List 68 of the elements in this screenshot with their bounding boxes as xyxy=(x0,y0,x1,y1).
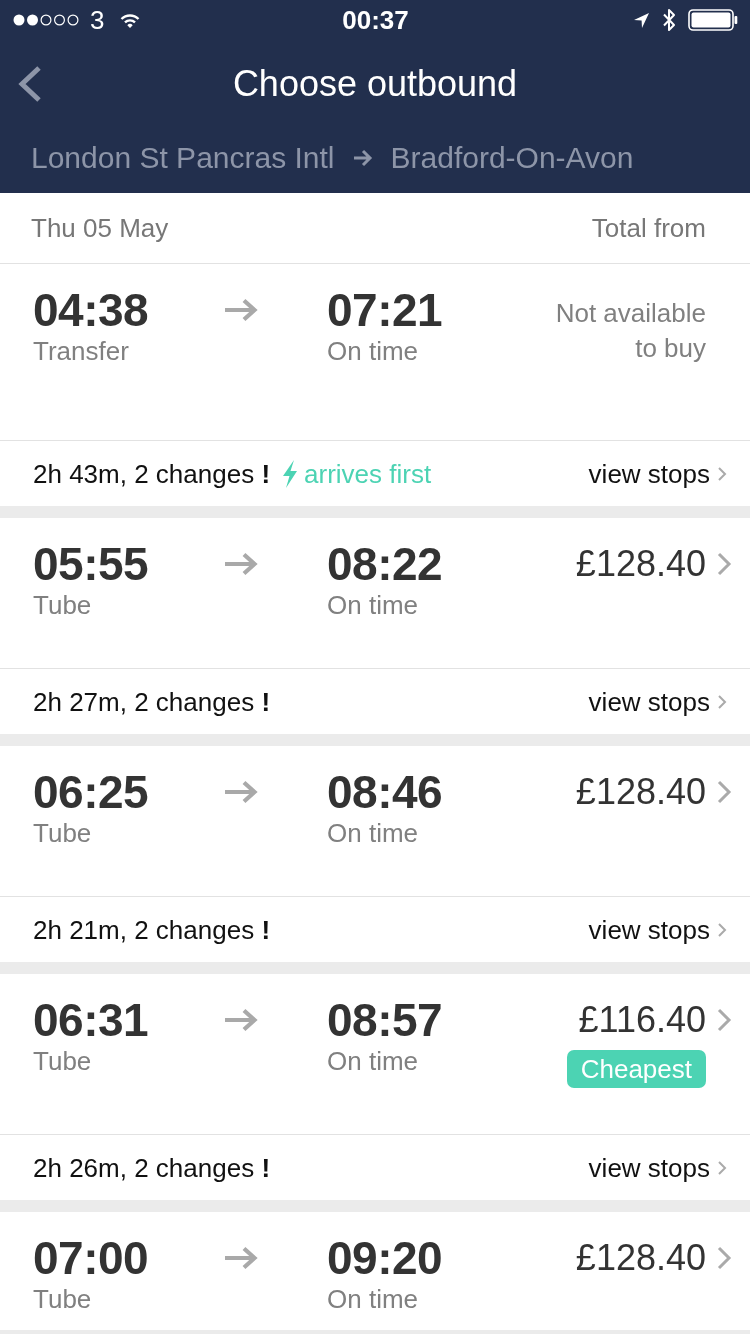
departure-time: 04:38 xyxy=(33,286,150,334)
chevron-icon xyxy=(717,693,727,710)
journey-card[interactable]: 07:00 Tube 09:20 On time £128.40 xyxy=(0,1212,750,1330)
journey-card[interactable]: 05:55 Tube 08:22 On time £128.40 xyxy=(0,518,750,668)
route-arrow-icon xyxy=(352,148,373,167)
price-column-heading: Total from xyxy=(591,212,706,244)
departure-mode: Transfer xyxy=(33,335,130,368)
journey-card[interactable]: 06:31 Tube 08:57 On time £116.40 Cheapest xyxy=(0,974,750,1134)
arrival-time: 09:20 xyxy=(327,1234,444,1282)
route-destination: Bradford-On-Avon xyxy=(390,139,634,176)
chevron-icon xyxy=(717,1159,727,1176)
fare-price: £128.40 xyxy=(575,1236,706,1280)
journey-summary-text: 2h 43m, 2 changes ! xyxy=(33,457,271,490)
arrival-status: On time xyxy=(327,817,420,850)
back-icon[interactable] xyxy=(17,65,43,103)
arrow-icon xyxy=(224,552,258,576)
view-stops-link[interactable]: view stops xyxy=(588,685,727,718)
signal-strength-icon xyxy=(13,14,79,26)
arrival-time: 07:21 xyxy=(327,286,444,334)
status-time: 00:37 xyxy=(342,5,409,35)
arrival-time: 08:22 xyxy=(327,540,444,588)
arrival-time: 08:46 xyxy=(327,768,444,816)
arrives-first-label: arrives first xyxy=(304,457,432,490)
fare-price: £128.40 xyxy=(575,770,706,814)
arrow-icon xyxy=(224,780,258,804)
cheapest-badge: Cheapest xyxy=(566,1050,706,1088)
arrival-status: On time xyxy=(327,1045,420,1078)
availability-note: Not available to buy xyxy=(554,297,706,365)
arrival-status: On time xyxy=(327,1283,420,1316)
arrow-icon xyxy=(224,298,258,322)
departure-time: 06:25 xyxy=(33,768,150,816)
view-stops-link[interactable]: view stops xyxy=(588,1151,727,1184)
chevron-icon xyxy=(716,551,732,577)
chevron-icon xyxy=(716,1007,732,1033)
chevron-icon xyxy=(716,779,732,805)
lightning-icon xyxy=(282,459,299,488)
view-stops-link[interactable]: view stops xyxy=(588,457,727,490)
fare-price: £116.40 xyxy=(578,998,706,1042)
journey-card[interactable]: 06:25 Tube 08:46 On time £128.40 xyxy=(0,746,750,896)
location-arrow-icon xyxy=(633,11,650,29)
carrier-label: 3 xyxy=(90,5,105,35)
departure-mode: Tube xyxy=(33,1283,93,1316)
departure-mode: Tube xyxy=(33,817,93,850)
departure-mode: Tube xyxy=(33,589,93,622)
page-title: Choose outbound xyxy=(232,62,518,106)
journey-summary-text: 2h 21m, 2 changes ! xyxy=(33,913,271,946)
journey-card[interactable]: 04:38 Transfer 07:21 On time Not available to buy xyxy=(0,264,750,440)
departure-time: 06:31 xyxy=(33,996,150,1044)
chevron-icon xyxy=(716,1245,732,1271)
departure-time: 05:55 xyxy=(33,540,150,588)
journey-summary-text: 2h 26m, 2 changes ! xyxy=(33,1151,271,1184)
chevron-icon xyxy=(717,921,727,938)
battery-icon xyxy=(688,9,738,31)
arrow-icon xyxy=(224,1246,258,1270)
arrival-time: 08:57 xyxy=(327,996,444,1044)
wifi-icon xyxy=(120,12,141,28)
departure-time: 07:00 xyxy=(33,1234,150,1282)
route-origin: London St Pancras Intl xyxy=(31,139,335,176)
arrival-status: On time xyxy=(327,589,420,622)
arrival-status: On time xyxy=(327,335,420,368)
chevron-icon xyxy=(717,465,727,482)
journey-summary-text: 2h 27m, 2 changes ! xyxy=(33,685,271,718)
view-stops-link[interactable]: view stops xyxy=(588,913,727,946)
travel-date: Thu 05 May xyxy=(31,212,169,244)
departure-mode: Tube xyxy=(33,1045,93,1078)
arrow-icon xyxy=(224,1008,258,1032)
fare-price: £128.40 xyxy=(575,542,706,586)
bluetooth-icon xyxy=(662,7,676,33)
